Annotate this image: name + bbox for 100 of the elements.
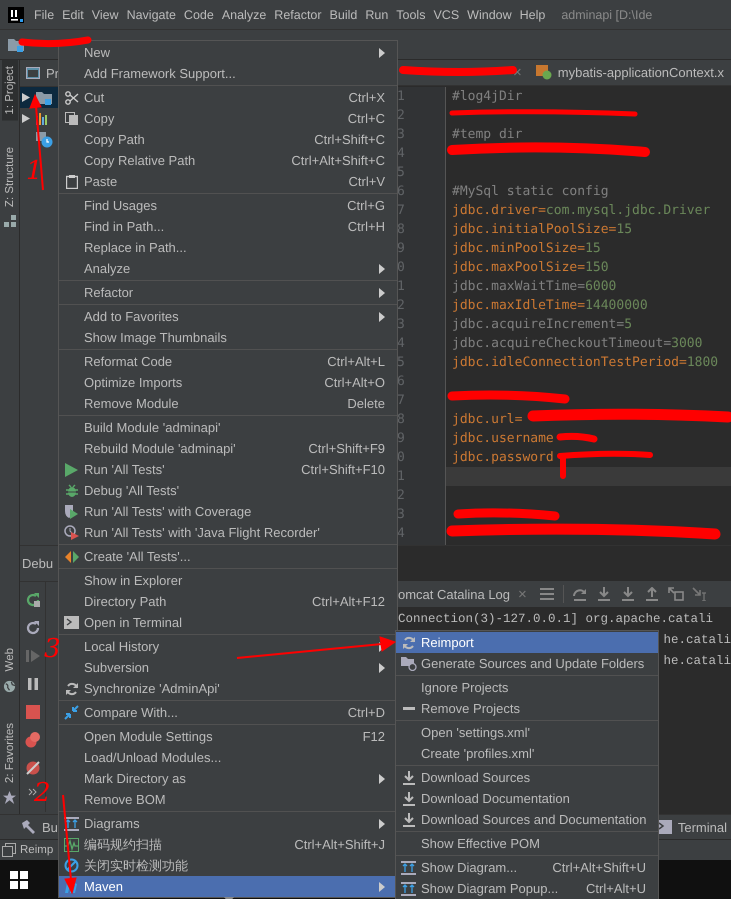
menu-item-label: Remove Module	[84, 396, 179, 411]
menu-item-label: Cut	[84, 90, 104, 105]
shortcut-text: Ctrl+Alt+L	[327, 354, 385, 369]
menu-item-label: Download Sources	[421, 770, 530, 785]
shortcut-text: Ctrl+H	[348, 219, 385, 234]
shortcut-text: Ctrl+D	[348, 705, 385, 720]
menu-item-label: Compare With...	[84, 705, 178, 720]
annotation-number: 3	[44, 636, 61, 662]
menu-item-label: Optimize Imports	[84, 375, 182, 390]
menu-item-label: Local History	[84, 639, 160, 654]
panel-title: Debu	[22, 556, 54, 571]
menu-item-label: Show in Explorer	[84, 573, 182, 588]
property-value: 6000	[585, 279, 616, 294]
shortcut-text: Ctrl+C	[348, 111, 385, 126]
menu-item-label: Mark Directory as	[84, 771, 186, 786]
shortcut-text: Ctrl+Shift+F9	[308, 441, 385, 456]
console-line: he.catali	[663, 654, 731, 668]
menu-item-label: Diagrams	[84, 816, 140, 831]
shortcut-text: Ctrl+Alt+U	[586, 881, 646, 896]
menu-item-label: Download Sources and Documentation	[421, 812, 646, 827]
property-value: 1800	[686, 355, 718, 370]
menu-item-label: Replace in Path...	[84, 240, 187, 255]
menu-item-label: Remove BOM	[84, 792, 166, 807]
menu-item-label: Copy	[84, 111, 114, 126]
menu-item-label: Open 'settings.xml'	[421, 725, 530, 740]
menu-item-label: Show Effective POM	[421, 836, 540, 851]
menu-item-label: Run 'All Tests' with Coverage	[84, 504, 252, 519]
menu-item-label: Maven	[84, 879, 124, 894]
menu-item-label: Run 'All Tests' with 'Java Flight Recorder'	[84, 525, 320, 540]
menu-item-label: Debug 'All Tests'	[84, 483, 180, 498]
shortcut-text: Delete	[347, 396, 385, 411]
property-value: 150	[585, 260, 609, 275]
menu-item-label: Reformat Code	[84, 354, 172, 369]
menu-item-label: Show Image Thumbnails	[84, 330, 227, 345]
shortcut-text: Ctrl+Alt+Shift+J	[294, 837, 385, 852]
menu-item-label: Copy Path	[84, 132, 145, 147]
property-key: jdbc.acquireIncrement=	[452, 317, 624, 332]
property-key: jdbc.url=	[452, 412, 522, 427]
shortcut-text: F12	[362, 729, 385, 744]
property-key: jdbc.username	[452, 431, 554, 446]
code-comment: #MySql static config	[452, 184, 609, 199]
menu-item-label: Rebuild Module 'adminapi'	[84, 441, 236, 456]
property-value: 15	[585, 241, 601, 256]
shortcut-text: Ctrl+Shift+C	[314, 132, 385, 147]
menu-item-label: Build Module 'adminapi'	[84, 420, 220, 435]
property-key: jdbc.minPoolSize=	[452, 241, 586, 256]
property-value: 15	[616, 222, 632, 237]
shortcut-text: Ctrl+Shift+F10	[301, 462, 385, 477]
menu-item-label: Add to Favorites	[84, 309, 179, 324]
property-value: 14400000	[585, 298, 648, 313]
menu-item-label: Ignore Projects	[421, 680, 508, 695]
property-value: 5	[624, 317, 632, 332]
menu-item-label: Paste	[84, 174, 118, 189]
annotation-number: 1	[26, 158, 43, 184]
shortcut-text: Ctrl+Alt+F12	[312, 594, 385, 609]
status-text: Reimp	[20, 844, 54, 856]
menu-item-label: Open in Terminal	[84, 615, 182, 630]
shortcut-text: Ctrl+X	[348, 90, 385, 105]
property-key: jdbc.maxWaitTime=	[452, 279, 586, 294]
property-key: jdbc.driver=	[452, 203, 546, 218]
menu-item-label: Analyze	[84, 261, 130, 276]
shortcut-text: Ctrl+Alt+Shift+U	[552, 860, 646, 875]
menu-item-label: Open Module Settings	[84, 729, 213, 744]
menu-item-label: Synchronize 'AdminApi'	[84, 681, 220, 696]
menu-item-label: Directory Path	[84, 594, 166, 609]
menu-item-label: Find Usages	[84, 198, 157, 213]
menu-item-label: Download Documentation	[421, 791, 570, 806]
menu-item-label: Reimport	[421, 635, 474, 650]
menu-item-label: Run 'All Tests'	[84, 462, 165, 477]
menu-item-label: Show Diagram Popup...	[421, 881, 558, 896]
property-key: jdbc.acquireCheckoutTimeout=	[452, 336, 672, 351]
code-comment: #temp dir	[452, 127, 522, 142]
menu-item-label: Find in Path...	[84, 219, 164, 234]
property-value: 3000	[671, 336, 702, 351]
console-line: Connection(3)-127.0.0.1] org.apache.catali	[398, 612, 714, 626]
property-value: com.mysql.jdbc.Driver	[546, 203, 710, 218]
shortcut-text: Ctrl+G	[347, 198, 385, 213]
menu-item-label: Generate Sources and Update Folders	[421, 656, 644, 671]
menu-item-label: Create 'profiles.xml'	[421, 746, 534, 761]
annotation-number: 2	[34, 780, 51, 806]
menu-item-label: Subversion	[84, 660, 150, 675]
menu-item-label: Show Diagram...	[421, 860, 518, 875]
menu-item-label: New	[84, 45, 110, 60]
property-key: jdbc.password	[452, 450, 554, 465]
menu-item-label: Copy Relative Path	[84, 153, 196, 168]
menu-item-label: 编码规约扫描	[84, 836, 162, 854]
menu-item-label: Remove Projects	[421, 701, 520, 716]
property-key: jdbc.idleConnectionTestPeriod=	[452, 355, 687, 370]
shortcut-text: Ctrl+Alt+O	[324, 375, 385, 390]
property-key: jdbc.maxPoolSize=	[452, 260, 586, 275]
shortcut-text: Ctrl+V	[348, 174, 385, 189]
code-comment: #log4jDir	[452, 89, 522, 104]
property-key: jdbc.maxIdleTime=	[452, 298, 586, 313]
menu-item-label: Load/Unload Modules...	[84, 750, 222, 765]
shortcut-text: Ctrl+Alt+Shift+C	[291, 153, 385, 168]
menu-item-label: Refactor	[84, 285, 134, 300]
menu-item-label: 关闭实时检测功能	[84, 856, 188, 874]
menu-item-label: Add Framework Support...	[84, 66, 236, 81]
console-line: he.catali	[663, 633, 731, 647]
property-key: jdbc.initialPoolSize=	[452, 222, 616, 237]
